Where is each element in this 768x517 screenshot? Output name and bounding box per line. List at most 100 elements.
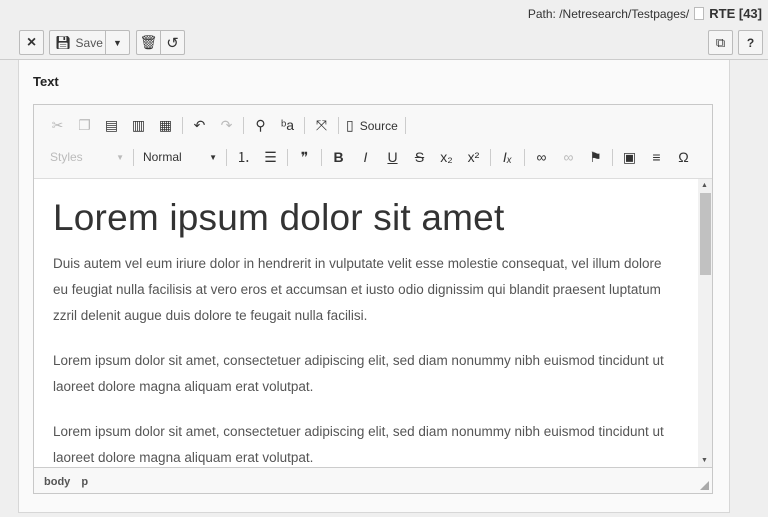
vertical-scrollbar[interactable]: ▲ ▼ [698, 178, 712, 467]
element-path-bar: body p [34, 467, 712, 493]
replace-icon: ᵇa [280, 117, 295, 133]
copy-icon: ❐ [78, 116, 91, 133]
styles-dropdown[interactable]: Styles ▼ [44, 147, 130, 167]
page-title: RTE [43] [709, 6, 762, 21]
superscript-icon: x² [467, 149, 480, 165]
content-paragraph: Duis autem vel eum iriure dolor in hendr… [53, 256, 662, 323]
paste-text-icon: ▥ [131, 116, 146, 133]
link-icon: ∞ [536, 149, 547, 165]
format-label: Normal [143, 150, 182, 164]
undo-button[interactable]: ↶ [186, 117, 213, 134]
element-path-p[interactable]: p [81, 476, 88, 488]
bold-icon: B [333, 149, 344, 165]
find-button[interactable]: ⚲ [247, 117, 274, 134]
rich-text-editor: ✂ ❐ ▤ ▥ ▦ ↶ ↷ ⚲ ᵇa ⤧ ▯ Source Styles ▼ Normal ▼ ⒈ ☰ ❞ B I… [33, 104, 713, 494]
content-paragraph: Lorem ipsum dolor sit amet, consectetuer… [53, 353, 664, 394]
strike-button[interactable]: S [406, 149, 433, 165]
toolbar-separator [304, 116, 305, 134]
anchor-icon: ⚑ [589, 148, 602, 165]
caret-down-icon: ▼ [116, 152, 124, 162]
numbered-list-button[interactable]: ⒈ [230, 147, 257, 167]
source-label: Source [359, 118, 398, 133]
subscript-icon: x₂ [440, 149, 453, 165]
styles-label: Styles [50, 150, 83, 164]
toolbar-separator [243, 116, 244, 134]
help-button[interactable]: ? [738, 30, 763, 55]
horizontal-rule-button[interactable]: ≡ [643, 149, 670, 165]
scroll-up-icon[interactable]: ▲ [701, 182, 708, 189]
save-icon: 💾︎ [55, 34, 72, 50]
toolbar-separator [321, 148, 322, 166]
source-button[interactable]: ▯ Source [342, 117, 402, 134]
special-char-button[interactable]: Ω [670, 149, 697, 165]
field-label: Text [33, 74, 59, 89]
image-button[interactable]: ▣ [616, 149, 643, 166]
cut-button[interactable]: ✂ [44, 117, 71, 134]
redo-icon: ↷ [220, 116, 233, 133]
copy-button[interactable]: ❐ [71, 117, 98, 134]
paste-word-icon: ▦ [158, 116, 173, 133]
underline-button[interactable]: U [379, 149, 406, 165]
bold-button[interactable]: B [325, 149, 352, 165]
content-paragraph: Lorem ipsum dolor sit amet, consectetuer… [53, 424, 664, 465]
toolbar-separator [133, 148, 134, 166]
numbered-list-icon: ⒈ [236, 149, 251, 165]
history-button[interactable]: ↺ [160, 30, 185, 55]
close-button[interactable]: × [19, 30, 44, 55]
strike-icon: S [414, 149, 425, 165]
superscript-button[interactable]: x² [460, 149, 487, 165]
blockquote-icon: ❞ [300, 148, 309, 165]
page-icon [694, 7, 705, 20]
history-icon: ↺ [166, 34, 179, 52]
special-char-icon: Ω [678, 149, 689, 165]
toolbar-row-1: ✂ ❐ ▤ ▥ ▦ ↶ ↷ ⚲ ᵇa ⤧ ▯ Source [44, 114, 409, 136]
link-button[interactable]: ∞ [528, 149, 555, 165]
underline-icon: U [387, 149, 398, 165]
scroll-down-icon[interactable]: ▼ [701, 457, 708, 464]
content-heading: Lorem ipsum dolor sit amet [53, 197, 505, 238]
breadcrumb: Path: /Netresearch/Testpages/ RTE [43] [528, 6, 762, 21]
paste-button[interactable]: ▤ [98, 117, 125, 134]
image-icon: ▣ [622, 148, 637, 165]
element-path-body[interactable]: body [44, 476, 70, 488]
anchor-button[interactable]: ⚑ [582, 149, 609, 166]
save-button[interactable]: 💾︎ Save [49, 30, 106, 55]
editor-content[interactable]: Lorem ipsum dolor sit amet Duis autem ve… [34, 178, 698, 467]
replace-button[interactable]: ᵇa [274, 117, 301, 133]
toolbar-separator [226, 148, 227, 166]
open-new-window-button[interactable]: ⧉ [708, 30, 733, 55]
undo-icon: ↶ [193, 116, 206, 133]
paste-word-button[interactable]: ▦ [152, 117, 179, 134]
resize-handle[interactable] [700, 481, 709, 490]
trash-icon: 🗑︎ [139, 34, 158, 50]
subscript-button[interactable]: x₂ [433, 149, 460, 165]
cut-icon: ✂ [51, 116, 64, 133]
horizontal-rule-icon: ≡ [652, 149, 661, 165]
blockquote-button[interactable]: ❞ [291, 149, 318, 166]
paste-text-button[interactable]: ▥ [125, 117, 152, 134]
redo-button[interactable]: ↷ [213, 117, 240, 134]
toolbar-separator [287, 148, 288, 166]
remove-format-icon: Iₓ [502, 149, 513, 165]
path-label: Path: /Netresearch/Testpages/ [527, 6, 690, 21]
external-link-icon: ⧉ [715, 34, 726, 50]
maximize-button[interactable]: ⤧ [308, 117, 335, 134]
toolbar-separator [404, 116, 406, 134]
scrollbar-thumb[interactable] [700, 193, 711, 275]
find-icon: ⚲ [255, 116, 266, 133]
caret-down-icon: ▼ [113, 37, 122, 48]
remove-format-button[interactable]: Iₓ [494, 149, 521, 165]
italic-button[interactable]: I [352, 149, 379, 165]
source-icon: ▯ [346, 116, 354, 133]
unlink-button[interactable]: ∞ [555, 149, 582, 165]
unlink-icon: ∞ [563, 149, 574, 165]
bulleted-list-button[interactable]: ☰ [257, 149, 284, 166]
toolbar-separator [338, 116, 339, 134]
save-options-dropdown[interactable]: ▼ [105, 30, 130, 55]
delete-button[interactable]: 🗑︎ [136, 30, 161, 55]
toolbar-separator [490, 148, 491, 166]
format-dropdown[interactable]: Normal ▼ [137, 147, 223, 167]
toolbar-row-2: Styles ▼ Normal ▼ ⒈ ☰ ❞ B I U Sx₂ x² Iₓ ∞ ∞ ⚑ ▣ ≡ Ω [44, 146, 697, 168]
content-panel: Text ✂ ❐ ▤ ▥ ▦ ↶ ↷ ⚲ ᵇa ⤧ ▯ Source Styles ▼ Normal ▼ … [18, 60, 730, 513]
bulleted-list-icon: ☰ [264, 148, 277, 165]
